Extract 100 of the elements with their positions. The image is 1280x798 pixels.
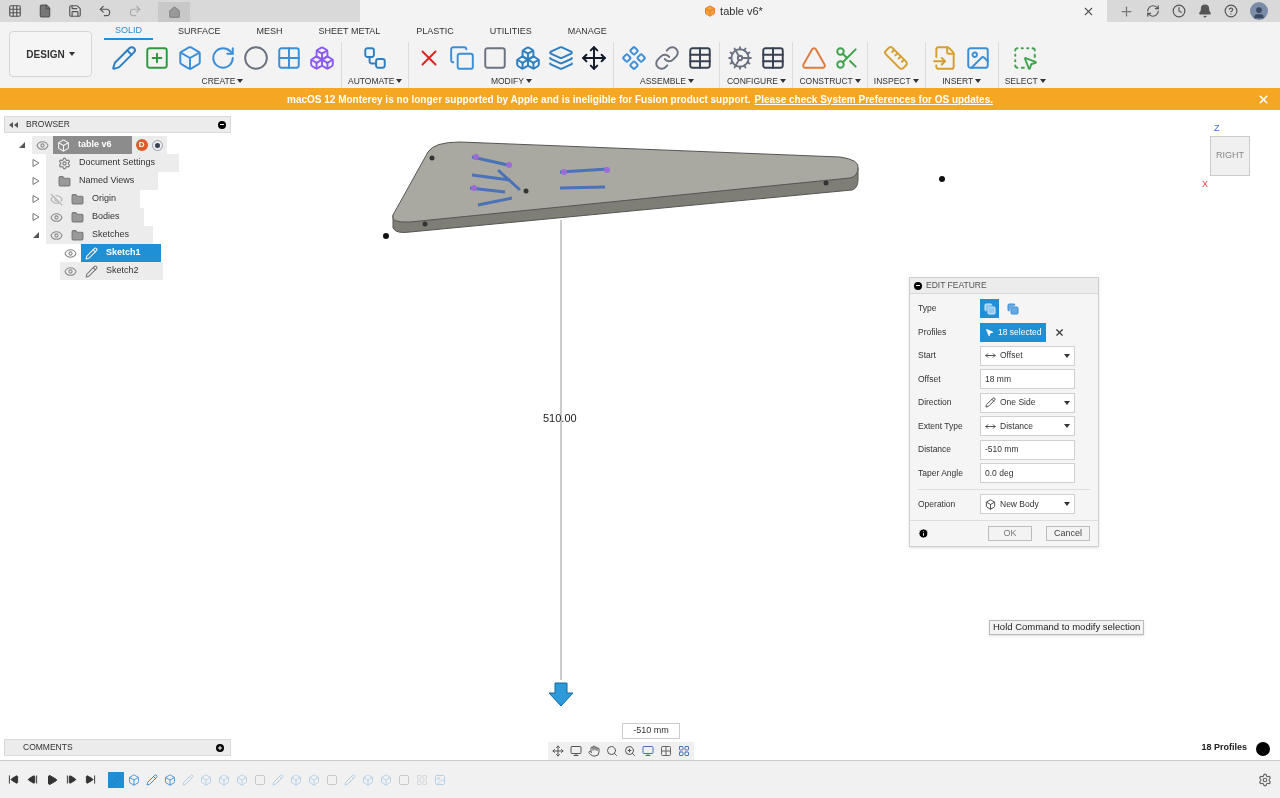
- tool-group-menu[interactable]: ASSEMBLE: [640, 74, 694, 88]
- eye-icon[interactable]: [50, 210, 63, 224]
- file-icon[interactable]: [38, 4, 52, 18]
- expand-arrow-icon[interactable]: [32, 177, 40, 185]
- home-tab[interactable]: [158, 2, 190, 22]
- pan-icon[interactable]: [588, 745, 600, 757]
- document-title: table v6*: [720, 3, 763, 19]
- cog-icon: [726, 45, 753, 71]
- info-icon[interactable]: [918, 528, 929, 539]
- dialog-button[interactable]: OK: [988, 526, 1032, 541]
- dropdown[interactable]: Offset: [980, 345, 1075, 366]
- caret-icon: [975, 79, 982, 83]
- dropdown[interactable]: Distance: [980, 416, 1075, 437]
- sketch-icon: [85, 246, 98, 260]
- gear-icon: [58, 156, 71, 170]
- tool-group-menu[interactable]: CONSTRUCT: [799, 74, 861, 88]
- tree-label: Document Settings: [79, 156, 157, 170]
- zoom-window-icon[interactable]: [624, 745, 636, 757]
- folder-icon: [58, 174, 71, 188]
- timeline-feature[interactable]: [108, 771, 124, 788]
- cube-icon: [308, 773, 320, 786]
- distance-field[interactable]: -510 mm: [622, 723, 680, 739]
- display-icon[interactable]: [642, 745, 654, 757]
- folder-icon: [71, 210, 84, 224]
- toolbar-tab[interactable]: MANAGE: [556, 24, 618, 40]
- selection-button[interactable]: 18 selected: [980, 322, 1047, 342]
- orbit-icon[interactable]: [552, 745, 564, 757]
- field-label: Distance: [918, 443, 953, 457]
- help-icon[interactable]: [1224, 4, 1238, 18]
- collapse-arrow-icon[interactable]: [18, 141, 26, 149]
- avatar-icon[interactable]: [1250, 2, 1268, 20]
- minimize-icon[interactable]: [914, 281, 922, 290]
- input-field[interactable]: -510 mm: [980, 439, 1075, 460]
- cube-icon: [164, 773, 176, 786]
- step-back-icon[interactable]: [27, 774, 38, 785]
- sketch-pencil-icon: [110, 773, 122, 786]
- image-icon: [434, 773, 446, 786]
- undo-icon[interactable]: [98, 4, 112, 18]
- toolbar-tab[interactable]: SHEET METAL: [307, 24, 392, 40]
- step-forward-icon[interactable]: [66, 774, 77, 785]
- eye-icon[interactable]: [36, 138, 49, 152]
- zoom-icon[interactable]: [606, 745, 618, 757]
- viewports-icon[interactable]: [678, 745, 690, 757]
- apps-grid-icon[interactable]: [8, 4, 22, 18]
- tool-group-menu[interactable]: CONFIGURE: [726, 74, 786, 88]
- eye-icon[interactable]: [64, 246, 77, 260]
- field-label: Extent Type: [918, 419, 964, 433]
- browser-title: BROWSER: [26, 118, 71, 131]
- go-to-end-icon[interactable]: [85, 774, 96, 785]
- dropdown[interactable]: New Body: [980, 494, 1075, 514]
- go-to-start-icon[interactable]: [8, 774, 19, 785]
- toolbar-tab[interactable]: SURFACE: [167, 24, 232, 40]
- timeline-feature[interactable]: [126, 771, 142, 788]
- tree-item[interactable]: Sketch1: [81, 244, 161, 262]
- tool-group-menu[interactable]: AUTOMATE: [348, 74, 403, 88]
- dropdown[interactable]: One Side: [980, 392, 1075, 413]
- eye-icon[interactable]: [64, 264, 77, 278]
- tool-group-menu[interactable]: MODIFY: [490, 74, 532, 88]
- clock-icon[interactable]: [1172, 4, 1186, 18]
- ruler-icon: [883, 45, 910, 71]
- play-icon[interactable]: [46, 773, 58, 786]
- expand-arrow-icon[interactable]: [32, 159, 40, 167]
- tool-group-menu[interactable]: INSERT: [942, 74, 982, 88]
- field-label: Operation: [918, 497, 957, 511]
- toolbar-tab[interactable]: MESH: [245, 24, 294, 40]
- settings-icon[interactable]: [1258, 772, 1272, 787]
- timeline-feature[interactable]: [144, 771, 160, 788]
- dialog-button[interactable]: Cancel: [1046, 526, 1090, 541]
- clear-selection-icon[interactable]: [1054, 326, 1066, 338]
- tool-group-menu[interactable]: CREATE: [201, 74, 244, 88]
- new-tab-icon[interactable]: [1119, 3, 1134, 19]
- tree-label: Sketch2: [106, 264, 140, 278]
- look-at-icon[interactable]: [570, 745, 582, 757]
- eye-icon[interactable]: [50, 228, 63, 242]
- sync-icon[interactable]: [1146, 4, 1160, 18]
- type-toggle[interactable]: [980, 299, 999, 319]
- collapse-panel-icon[interactable]: [9, 121, 18, 128]
- workspace-button[interactable]: DESIGN: [9, 31, 92, 77]
- collapse-arrow-icon[interactable]: [32, 231, 40, 239]
- field-label: Type: [918, 302, 938, 316]
- input-field[interactable]: 0.0 deg: [980, 463, 1075, 484]
- layers-icon: [547, 45, 574, 71]
- notifications-icon[interactable]: [1198, 4, 1212, 18]
- sketch-pencil-icon: [110, 45, 137, 71]
- document-tab[interactable]: table v6*: [360, 0, 1107, 22]
- tree-label: Sketches: [92, 228, 131, 242]
- toolbar-tab[interactable]: PLASTIC: [405, 24, 465, 40]
- save-icon[interactable]: [68, 4, 82, 18]
- grid-icon[interactable]: [660, 745, 672, 757]
- caret-icon: [526, 79, 532, 83]
- expand-arrow-icon[interactable]: [32, 213, 40, 221]
- cube-icon: [200, 773, 212, 786]
- tool-group-menu[interactable]: INSPECT: [873, 74, 919, 88]
- toolbar-tab[interactable]: UTILITIES: [478, 24, 543, 40]
- input-field[interactable]: 18 mm: [980, 369, 1075, 390]
- expand-arrow-icon[interactable]: [32, 195, 40, 203]
- timeline-feature[interactable]: [162, 771, 178, 788]
- add-icon[interactable]: [216, 743, 224, 752]
- tool-group-menu[interactable]: SELECT: [1004, 74, 1046, 88]
- minimize-icon[interactable]: [218, 120, 226, 129]
